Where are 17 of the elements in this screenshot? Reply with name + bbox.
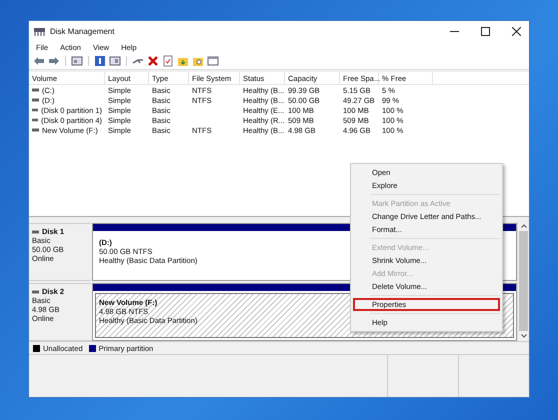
- scroll-up-icon[interactable]: [520, 224, 526, 228]
- scrollbar-thumb[interactable]: [519, 231, 528, 331]
- panel-icon[interactable]: [109, 55, 121, 67]
- document-check-icon[interactable]: [162, 55, 174, 67]
- drive-icon: [32, 290, 39, 294]
- scrollbar[interactable]: [517, 221, 529, 341]
- window-icon[interactable]: [207, 55, 219, 67]
- disk-management-icon: [34, 26, 45, 36]
- scroll-down-icon[interactable]: [520, 334, 526, 338]
- delete-icon[interactable]: [147, 55, 159, 67]
- drive-icon: [32, 230, 39, 234]
- panel-icon[interactable]: [71, 55, 83, 67]
- folder-icon[interactable]: [192, 55, 204, 67]
- forward-arrow-icon[interactable]: [48, 55, 60, 67]
- folder-icon[interactable]: [177, 55, 189, 67]
- window-title: Disk Management: [50, 26, 114, 36]
- back-arrow-icon[interactable]: [33, 55, 45, 67]
